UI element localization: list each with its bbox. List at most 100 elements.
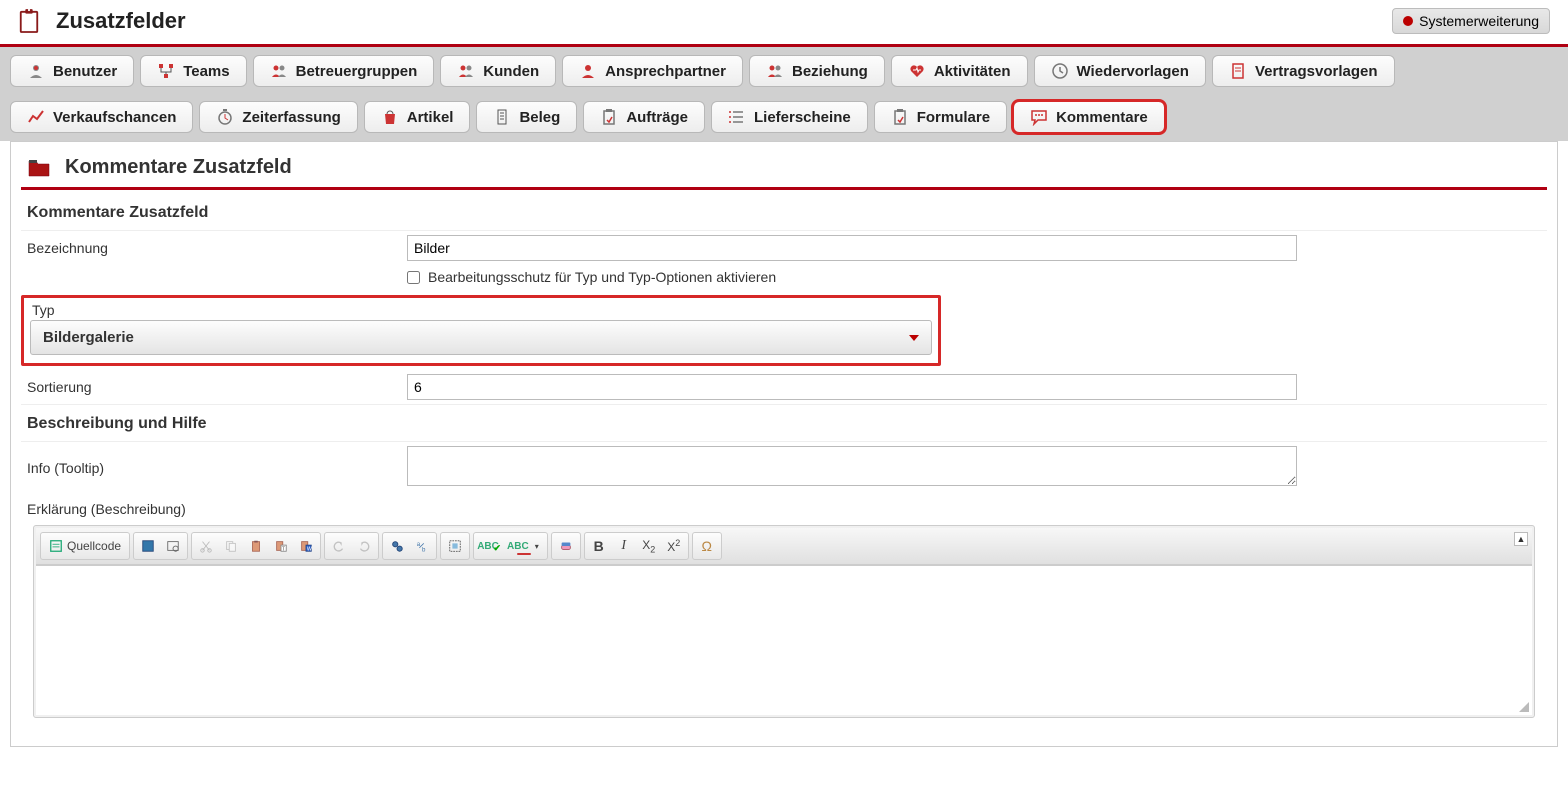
italic-button[interactable]: I xyxy=(612,535,636,557)
tab-label: Zeiterfassung xyxy=(242,109,340,126)
person-red-icon xyxy=(579,62,597,80)
clipboard-icon xyxy=(18,8,40,34)
tab-label: Beziehung xyxy=(792,63,868,80)
source-button[interactable]: Quellcode xyxy=(43,535,127,557)
chevron-down-icon xyxy=(909,335,919,341)
system-extension-label: Systemerweiterung xyxy=(1419,13,1539,29)
remove-format-button[interactable] xyxy=(554,535,578,557)
page-header: Zusatzfelder Systemerweiterung xyxy=(0,0,1568,44)
tab-lieferscheine[interactable]: Lieferscheine xyxy=(711,101,868,133)
typ-block: Typ Bildergalerie xyxy=(21,295,941,366)
svg-text:b: b xyxy=(422,546,426,553)
collapse-toolbar-button[interactable]: ▲ xyxy=(1514,532,1528,546)
row-typ: Typ Bildergalerie xyxy=(21,289,1547,370)
folder-icon xyxy=(27,158,51,178)
chart-icon xyxy=(27,108,45,126)
label-sortierung: Sortierung xyxy=(27,375,407,399)
editor-toolbar: Quellcode T W xyxy=(36,528,1532,565)
select-all-button[interactable] xyxy=(443,535,467,557)
group-icon xyxy=(270,62,288,80)
tab-vertragsvorlagen[interactable]: Vertragsvorlagen xyxy=(1212,55,1395,87)
tab-label: Artikel xyxy=(407,109,454,126)
section-title: Kommentare Zusatzfeld xyxy=(21,148,1547,190)
copy-button[interactable] xyxy=(219,535,243,557)
tab-label: Formulare xyxy=(917,109,990,126)
row-info: Info (Tooltip) xyxy=(21,441,1547,493)
tab-benutzer[interactable]: Benutzer xyxy=(10,55,134,87)
tab-auftr-ge[interactable]: Aufträge xyxy=(583,101,705,133)
tab-kunden[interactable]: Kunden xyxy=(440,55,556,87)
bag-icon xyxy=(381,108,399,126)
timer-icon xyxy=(216,108,234,126)
label-bezeichnung: Bezeichnung xyxy=(27,236,407,260)
row-edit-protect: Bearbeitungsschutz für Typ und Typ-Optio… xyxy=(401,265,1547,289)
resize-handle[interactable] xyxy=(1516,699,1530,713)
tab-beleg[interactable]: Beleg xyxy=(476,101,577,133)
subheader-help: Beschreibung und Hilfe xyxy=(21,404,1547,441)
spellcheck-on-button[interactable]: ABC✔ xyxy=(476,535,500,557)
select-typ-value: Bildergalerie xyxy=(43,329,134,346)
cut-button[interactable] xyxy=(194,535,218,557)
tab-teams[interactable]: Teams xyxy=(140,55,246,87)
tab-label: Betreuergruppen xyxy=(296,63,418,80)
tab-wiedervorlagen[interactable]: Wiedervorlagen xyxy=(1034,55,1206,87)
input-sortierung[interactable] xyxy=(407,374,1297,400)
user-icon xyxy=(27,62,45,80)
row-erkl: Erklärung (Beschreibung) ▲ Quellcode xyxy=(21,493,1547,726)
tab-label: Lieferscheine xyxy=(754,109,851,126)
tab-verkaufschancen[interactable]: Verkaufschancen xyxy=(10,101,193,133)
tab-label: Kunden xyxy=(483,63,539,80)
redo-button[interactable] xyxy=(352,535,376,557)
row-sortierung: Sortierung xyxy=(21,370,1547,404)
clip-icon xyxy=(891,108,909,126)
tab-label: Verkaufschancen xyxy=(53,109,176,126)
tab-row-1: Benutzer Teams Betreuergruppen Kunden Anspre… xyxy=(10,55,1395,87)
tab-label: Beleg xyxy=(519,109,560,126)
tab-kommentare[interactable]: Kommentare xyxy=(1013,101,1165,133)
undo-button[interactable] xyxy=(327,535,351,557)
input-bezeichnung[interactable] xyxy=(407,235,1297,261)
tab-artikel[interactable]: Artikel xyxy=(364,101,471,133)
special-char-button[interactable]: Ω xyxy=(695,535,719,557)
section-title-text: Kommentare Zusatzfeld xyxy=(65,156,292,179)
checkbox-edit-protect[interactable] xyxy=(407,271,420,284)
paste-text-button[interactable]: T xyxy=(269,535,293,557)
group-icon xyxy=(766,62,784,80)
textarea-info[interactable] xyxy=(407,446,1297,486)
subscript-button[interactable]: X2 xyxy=(637,535,661,557)
tab-zeiterfassung[interactable]: Zeiterfassung xyxy=(199,101,357,133)
content-panel: Kommentare Zusatzfeld Kommentare Zusatzf… xyxy=(10,141,1558,747)
source-button-label: Quellcode xyxy=(67,539,121,553)
comment-icon xyxy=(1030,108,1048,126)
superscript-button[interactable]: X2 xyxy=(662,535,686,557)
paste-word-button[interactable]: W xyxy=(294,535,318,557)
replace-button[interactable]: ab xyxy=(410,535,434,557)
tab-label: Benutzer xyxy=(53,63,117,80)
tab-ansprechpartner[interactable]: Ansprechpartner xyxy=(562,55,743,87)
label-info: Info (Tooltip) xyxy=(27,456,407,480)
subheader: Kommentare Zusatzfeld xyxy=(21,194,1547,230)
find-button[interactable] xyxy=(385,535,409,557)
editor-canvas[interactable] xyxy=(36,565,1532,715)
tab-betreuergruppen[interactable]: Betreuergruppen xyxy=(253,55,435,87)
select-typ[interactable]: Bildergalerie xyxy=(30,320,932,355)
heart-icon xyxy=(908,62,926,80)
paste-button[interactable] xyxy=(244,535,268,557)
system-extension-button[interactable]: Systemerweiterung xyxy=(1392,8,1550,34)
target-icon xyxy=(1403,16,1413,26)
maximize-button[interactable] xyxy=(136,535,160,557)
tab-beziehung[interactable]: Beziehung xyxy=(749,55,885,87)
preview-button[interactable] xyxy=(161,535,185,557)
label-edit-protect: Bearbeitungsschutz für Typ und Typ-Optio… xyxy=(428,269,776,285)
label-typ: Typ xyxy=(32,302,932,318)
svg-text:W: W xyxy=(307,546,312,552)
doc-icon xyxy=(1229,62,1247,80)
bold-button[interactable]: B xyxy=(587,535,611,557)
tab-label: Vertragsvorlagen xyxy=(1255,63,1378,80)
clock-icon xyxy=(1051,62,1069,80)
spellcheck-toggle-button[interactable]: ABC▾ xyxy=(501,535,545,557)
tab-aktivit-ten[interactable]: Aktivitäten xyxy=(891,55,1028,87)
tab-label: Teams xyxy=(183,63,229,80)
row-bezeichnung: Bezeichnung xyxy=(21,230,1547,265)
tab-formulare[interactable]: Formulare xyxy=(874,101,1007,133)
